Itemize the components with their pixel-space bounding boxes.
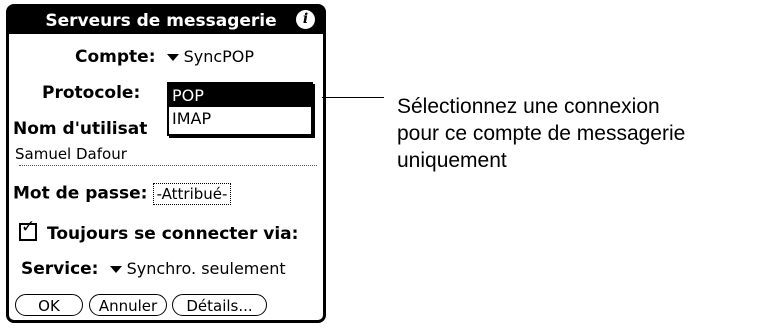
always-connect-label: Toujours se connecter via: — [47, 224, 299, 244]
protocol-popup-list: POP IMAP — [167, 82, 313, 136]
username-underline — [19, 165, 317, 166]
protocol-option-imap[interactable]: IMAP — [169, 107, 311, 130]
dialog-window: Serveurs de messagerie i Compte: SyncPOP… — [6, 4, 326, 323]
username-label-row: Nom d'utilisat — [13, 119, 147, 139]
cancel-button[interactable]: Annuler — [89, 294, 167, 316]
protocol-label: Protocole: — [42, 83, 141, 103]
protocol-option-pop[interactable]: POP — [169, 84, 311, 107]
check-mark-icon: ✓ — [21, 217, 36, 237]
account-picker[interactable]: SyncPOP — [161, 47, 254, 66]
details-button[interactable]: Détails... — [172, 294, 267, 316]
service-label: Service: — [21, 259, 99, 279]
title-bar: Serveurs de messagerie i — [9, 7, 323, 34]
callout-line-2: pour ce compte de messagerie — [397, 122, 686, 145]
username-label: Nom d'utilisat — [13, 119, 148, 139]
protocol-row: Protocole: — [42, 83, 140, 103]
triangle-down-icon — [109, 266, 122, 273]
ok-button[interactable]: OK — [15, 294, 83, 316]
service-row: Service: Synchro. seulement — [21, 259, 286, 279]
dialog-title: Serveurs de messagerie — [45, 10, 277, 31]
password-label: Mot de passe: — [13, 183, 148, 204]
info-icon[interactable]: i — [296, 10, 315, 29]
username-value: Samuel Dafour — [15, 145, 127, 163]
account-row: Compte: SyncPOP — [75, 47, 254, 67]
always-connect-checkbox[interactable]: ✓ — [19, 219, 37, 241]
password-field[interactable]: -Attribué- — [152, 183, 232, 205]
password-row: Mot de passe: -Attribué- — [13, 183, 232, 205]
service-picker[interactable]: Synchro. seulement — [104, 259, 286, 278]
always-connect-row: ✓ Toujours se connecter via: — [19, 219, 299, 244]
username-field[interactable]: Samuel Dafour — [15, 145, 127, 163]
callout-text: Sélectionnez une connexion pour ce compt… — [397, 93, 757, 174]
callout-line — [322, 97, 384, 98]
callout-line-1: Sélectionnez une connexion — [397, 95, 660, 118]
account-value: SyncPOP — [183, 47, 255, 66]
triangle-down-icon — [166, 54, 179, 61]
account-label: Compte: — [75, 47, 156, 67]
callout-line-3: uniquement — [397, 149, 507, 172]
service-value: Synchro. seulement — [126, 259, 286, 278]
